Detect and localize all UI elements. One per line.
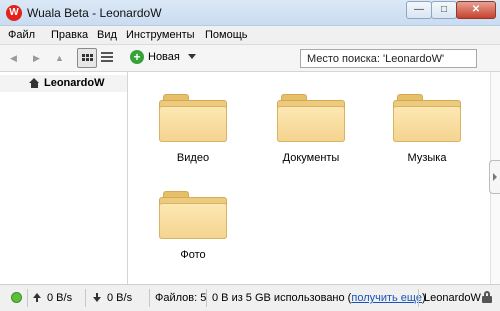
up-icon[interactable]: ▲ — [55, 53, 64, 63]
folder-icon — [393, 94, 461, 142]
new-dropdown-chevron-down-icon[interactable] — [188, 54, 196, 59]
folder-item-photo[interactable]: Фото — [158, 191, 228, 271]
sidebar-item-leonardow[interactable]: LeonardoW — [0, 75, 127, 92]
folder-view: Видео Документы Музыка Фото — [129, 72, 490, 284]
search-box[interactable] — [300, 49, 477, 68]
storage-usage-text: 0 B из 5 GB использовано ( — [212, 292, 352, 304]
new-folder-label: Новая — [148, 51, 180, 63]
folder-label: Видео — [176, 152, 210, 164]
files-count: Файлов: 5 — [155, 292, 207, 304]
upload-speed: 0 B/s — [47, 292, 73, 304]
sidebar: LeonardoW — [0, 72, 128, 284]
folder-item-documents[interactable]: Документы — [276, 94, 346, 174]
folder-item-video[interactable]: Видео — [158, 94, 228, 174]
folder-icon — [159, 94, 227, 142]
forward-icon[interactable]: ▶ — [33, 53, 40, 64]
download-arrow-icon — [93, 293, 101, 302]
status-bar: 0 B/s 0 B/s Файлов: 5 0 B из 5 GB исполь… — [0, 284, 500, 311]
upload-arrow-icon — [33, 293, 41, 302]
minimize-button[interactable]: — — [406, 1, 432, 19]
folder-icon — [277, 94, 345, 142]
storage-usage: 0 B из 5 GB использовано (получить еще) — [212, 292, 426, 304]
folder-label: Музыка — [407, 152, 447, 164]
folder-label: Фото — [180, 249, 206, 261]
list-view-icon[interactable] — [101, 52, 113, 62]
connection-status-icon — [11, 292, 22, 303]
grid-view-icon[interactable] — [77, 48, 97, 68]
menu-edit[interactable]: Правка — [51, 29, 88, 41]
folder-item-music[interactable]: Музыка — [392, 94, 462, 174]
folder-label: Документы — [282, 152, 340, 164]
maximize-button[interactable]: □ — [431, 1, 457, 19]
download-speed: 0 B/s — [107, 292, 133, 304]
menu-view[interactable]: Вид — [97, 29, 117, 41]
folder-icon — [159, 191, 227, 239]
back-icon[interactable]: ◀ — [10, 53, 17, 64]
wuala-logo-icon: W — [6, 5, 22, 21]
current-user: LeonardoW — [424, 292, 481, 304]
plus-icon: + — [130, 50, 144, 64]
search-input[interactable] — [301, 50, 476, 67]
get-more-link[interactable]: получить еще — [351, 292, 422, 304]
home-icon — [29, 78, 40, 88]
menu-file[interactable]: Файл — [8, 29, 35, 41]
menu-help[interactable]: Помощь — [205, 29, 248, 41]
menu-tools[interactable]: Инструменты — [126, 29, 195, 41]
window-title: Wuala Beta - LeonardoW — [27, 6, 162, 20]
expand-panel-chevron-right-icon[interactable] — [489, 160, 500, 194]
sidebar-item-label: LeonardoW — [44, 77, 105, 89]
toolbar: ◀ ▶ ▲ + Новая — [0, 45, 500, 72]
lock-icon — [482, 291, 492, 303]
menu-bar: Файл Правка Вид Инструменты Помощь — [0, 26, 500, 45]
title-bar: W Wuala Beta - LeonardoW — □ ✕ — [0, 0, 500, 26]
close-button[interactable]: ✕ — [456, 1, 496, 19]
